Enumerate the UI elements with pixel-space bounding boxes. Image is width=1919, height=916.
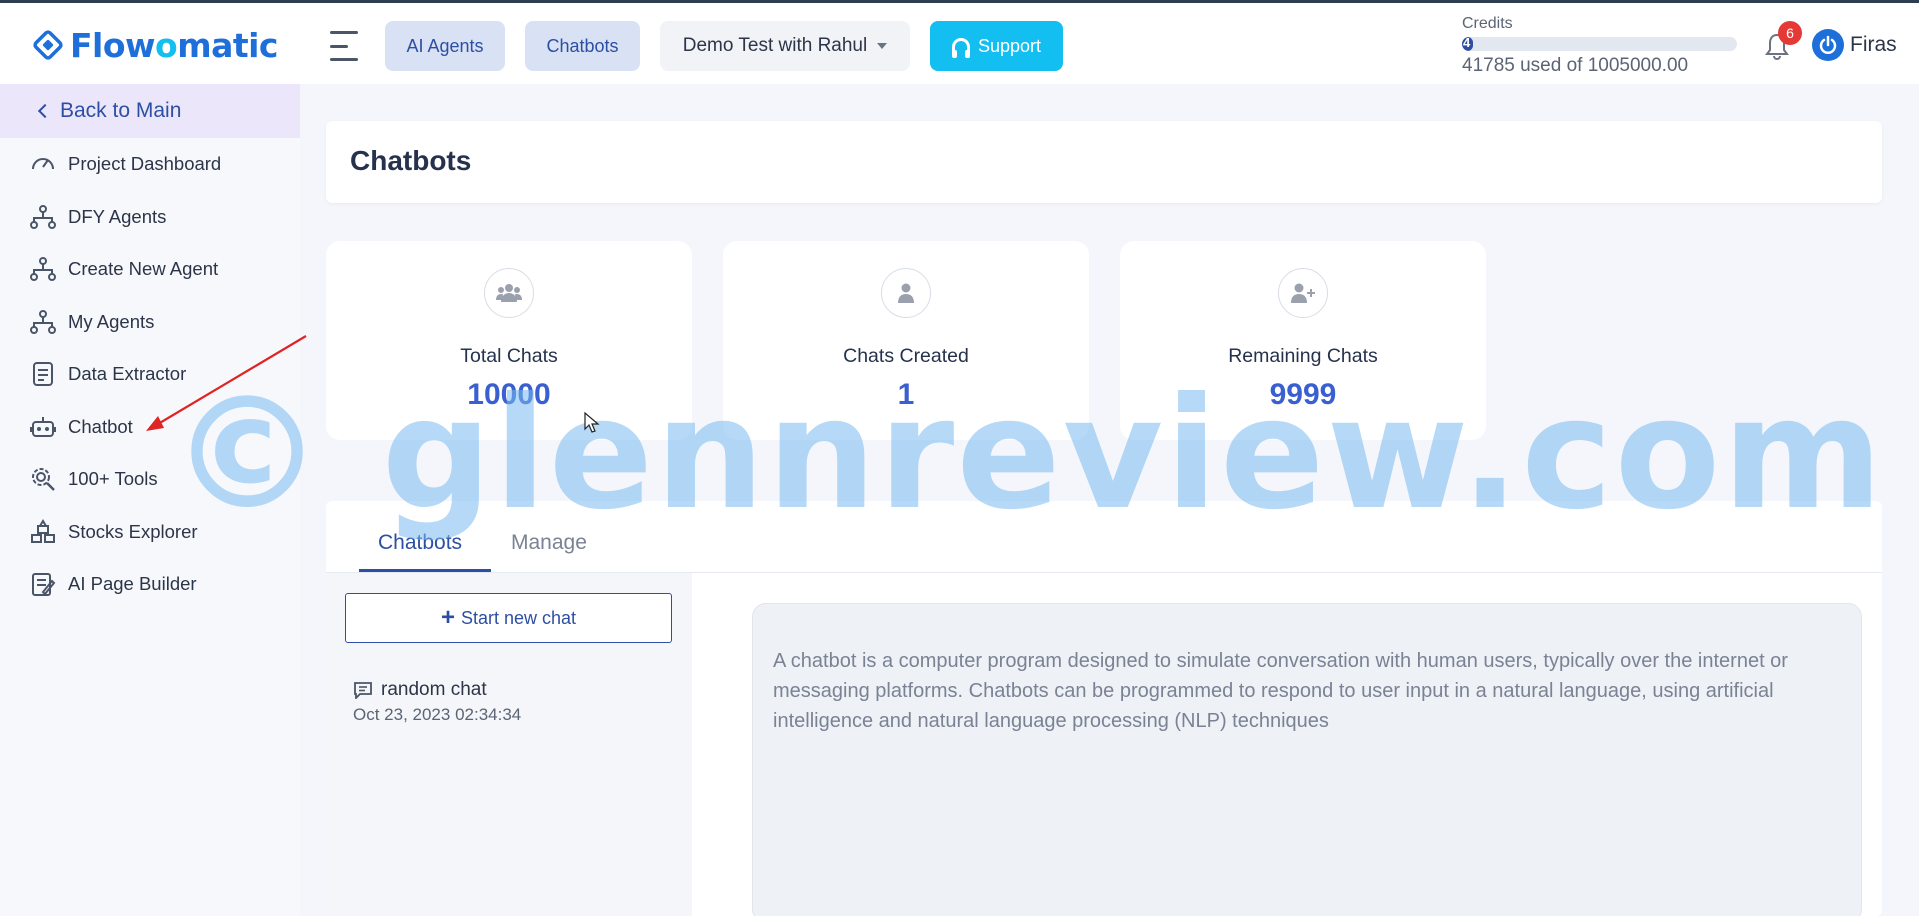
sidebar-item-label: DFY Agents	[68, 205, 167, 227]
chatbot-panel: Chatbots Manage + Start new chat random …	[326, 501, 1882, 916]
gauge-icon	[32, 158, 54, 170]
support-label: Support	[977, 35, 1042, 56]
tab-chatbots[interactable]: Chatbots	[378, 531, 462, 555]
sidebar-item-label: My Agents	[68, 310, 155, 332]
robot-icon	[30, 416, 56, 437]
blocks-icon	[31, 518, 55, 543]
top-bar: Flowomatic AI Agents Chatbots Demo Test …	[0, 0, 1919, 84]
chat-area: A chatbot is a computer program designed…	[752, 603, 1862, 916]
chevron-left-icon	[37, 103, 53, 119]
sidebar-item-my-agents[interactable]: My Agents	[0, 296, 300, 349]
sidebar-item-create-new-agent[interactable]: Create New Agent	[0, 243, 300, 296]
user-icon	[881, 268, 931, 318]
gear-search-icon	[32, 468, 55, 492]
start-new-chat-label: Start new chat	[460, 607, 577, 628]
headset-icon	[951, 38, 970, 58]
back-to-main-button[interactable]: Back to Main	[0, 84, 300, 138]
plus-icon: +	[440, 604, 455, 631]
active-tab-indicator	[359, 569, 491, 572]
tab-bar: Chatbots Manage	[326, 501, 1882, 573]
stat-value: 9999	[1269, 378, 1337, 411]
credits-widget: Credits 4 41785 used of 1005000.00	[1462, 15, 1742, 77]
sidebar-item-dfy-agents[interactable]: DFY Agents	[0, 191, 300, 244]
tab-manage[interactable]: Manage	[511, 531, 587, 555]
sidebar-item-label: 100+ Tools	[68, 468, 158, 490]
credits-used-text: 41785 used of 1005000.00	[1462, 55, 1689, 76]
page-header: Chatbots	[326, 121, 1882, 203]
hierarchy-icon	[30, 204, 56, 229]
support-button[interactable]: Support	[930, 21, 1063, 71]
stat-value: 10000	[467, 378, 551, 411]
chat-date: Oct 23, 2023 02:34:34	[353, 705, 522, 724]
user-menu[interactable]: Firas	[1812, 29, 1897, 61]
credits-progress-bar: 4	[1462, 37, 1737, 51]
credits-bar-text: 4	[1463, 37, 1471, 50]
menu-toggle-icon[interactable]	[330, 31, 360, 61]
sidebar-item-label: AI Page Builder	[68, 573, 197, 595]
project-select[interactable]: Demo Test with Rahul	[660, 21, 910, 71]
sidebar-item-100-tools[interactable]: 100+ Tools	[0, 453, 300, 506]
stat-label: Remaining Chats	[1228, 345, 1378, 367]
sidebar-item-stocks-explorer[interactable]: Stocks Explorer	[0, 506, 300, 559]
users-icon	[484, 268, 534, 318]
chatbots-button[interactable]: Chatbots	[525, 21, 640, 71]
user-plus-icon	[1278, 268, 1328, 318]
logo-text: Flowomatic	[70, 25, 278, 65]
chat-list: + Start new chat random chat Oct 23, 202…	[326, 573, 692, 916]
back-to-main-label: Back to Main	[60, 99, 182, 122]
sidebar: Back to Main Project Dashboard DFY Agent…	[0, 84, 300, 916]
sidebar-item-label: Data Extractor	[68, 363, 187, 385]
sidebar-item-project-dashboard[interactable]: Project Dashboard	[0, 138, 300, 191]
logo-mark-icon	[33, 30, 63, 60]
sidebar-item-label: Create New Agent	[68, 258, 219, 280]
chat-title: random chat	[381, 679, 487, 700]
power-icon	[1812, 29, 1844, 61]
sidebar-item-label: Stocks Explorer	[68, 520, 198, 542]
hierarchy-icon	[30, 309, 56, 334]
sidebar-nav: Project Dashboard DFY Agents Create New …	[0, 138, 300, 611]
project-select-value: Demo Test with Rahul	[682, 35, 868, 56]
stat-card-remaining-chats: Remaining Chats 9999	[1120, 241, 1486, 440]
list-item[interactable]: random chat Oct 23, 2023 02:34:34	[353, 679, 521, 725]
ai-agents-button[interactable]: AI Agents	[385, 21, 505, 71]
logo[interactable]: Flowomatic	[32, 25, 278, 65]
sidebar-item-chatbot[interactable]: Chatbot	[0, 401, 300, 454]
stat-value: 1	[897, 378, 915, 411]
stat-card-total-chats: Total Chats 10000	[326, 241, 692, 440]
sidebar-item-label: Project Dashboard	[68, 153, 222, 175]
sidebar-item-label: Chatbot	[68, 415, 133, 437]
sidebar-item-data-extractor[interactable]: Data Extractor	[0, 348, 300, 401]
mouse-cursor-icon	[584, 412, 600, 433]
page-title: Chatbots	[350, 145, 472, 176]
chat-bubble-icon	[354, 682, 372, 699]
sidebar-item-ai-page-builder[interactable]: AI Page Builder	[0, 558, 300, 611]
start-new-chat-button[interactable]: + Start new chat	[345, 593, 672, 643]
credits-label: Credits	[1462, 15, 1513, 32]
hierarchy-icon	[30, 257, 56, 282]
stat-label: Chats Created	[843, 345, 969, 367]
chevron-down-icon	[877, 43, 888, 49]
page-builder-icon	[32, 573, 56, 597]
user-name: Firas	[1850, 33, 1897, 56]
stat-card-chats-created: Chats Created 1	[723, 241, 1089, 440]
notification-badge: 6	[1778, 21, 1802, 45]
chatbot-description: A chatbot is a computer program designed…	[773, 650, 1788, 732]
stat-label: Total Chats	[460, 345, 558, 367]
document-icon	[33, 362, 53, 387]
